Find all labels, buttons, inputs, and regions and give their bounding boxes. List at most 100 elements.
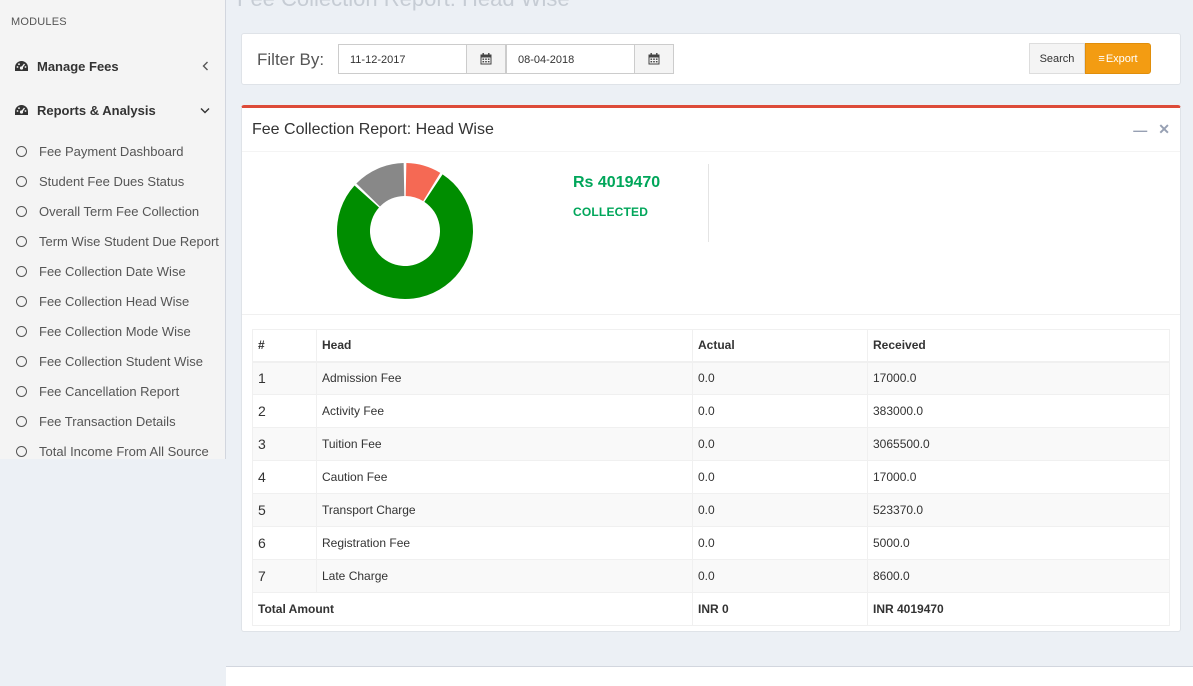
- row-actual: 0.0: [692, 493, 868, 527]
- column-header: #: [252, 329, 317, 363]
- circle-icon: [16, 385, 27, 397]
- table-row: 7 Late Charge 0.0 8600.0: [252, 559, 1170, 593]
- table-row: 6 Registration Fee 0.0 5000.0: [252, 526, 1170, 560]
- to-date-input[interactable]: 08-04-2018: [506, 44, 635, 74]
- column-header: Head: [316, 329, 693, 363]
- circle-icon: [16, 175, 27, 187]
- total-actual: INR 0: [692, 592, 868, 626]
- row-head: Registration Fee: [316, 526, 693, 560]
- search-button[interactable]: Search: [1029, 43, 1085, 74]
- times-icon[interactable]: ✕: [1158, 121, 1170, 138]
- total-received: INR 4019470: [867, 592, 1170, 626]
- circle-icon: [16, 265, 27, 277]
- filter-label: Filter By:: [257, 50, 325, 69]
- row-received: 383000.0: [867, 394, 1170, 428]
- row-head: Late Charge: [316, 559, 693, 593]
- sidebar-item-fee-collection-date-wise[interactable]: Fee Collection Date Wise: [0, 256, 225, 286]
- circle-icon: [16, 205, 27, 217]
- sidebar-item-label: Student Fee Dues Status: [39, 173, 185, 189]
- row-index: 2: [252, 394, 317, 428]
- row-received: 3065500.0: [867, 427, 1170, 461]
- sidebar-item-label: Fee Transaction Details: [39, 413, 176, 429]
- sidebar-item-label: Fee Collection Head Wise: [39, 293, 190, 309]
- sidebar-menu-manage-fees[interactable]: Manage Fees: [0, 44, 225, 88]
- calendar-icon[interactable]: [467, 44, 506, 74]
- sidebar-menu-reports-analysis[interactable]: Reports & Analysis: [0, 88, 225, 132]
- circle-icon: [16, 325, 27, 337]
- list-icon: ≡: [1098, 52, 1105, 65]
- row-received: 8600.0: [867, 559, 1170, 593]
- sidebar-item-label: Fee Collection Mode Wise: [39, 323, 191, 339]
- divider: [708, 164, 709, 242]
- sidebar-item-label: Total Income From All Source: [39, 443, 209, 459]
- table-row: 4 Caution Fee 0.0 17000.0: [252, 460, 1170, 494]
- sidebar-item-fee-collection-head-wise[interactable]: Fee Collection Head Wise: [0, 286, 225, 316]
- row-received: 523370.0: [867, 493, 1170, 527]
- sidebar-item-fee-transaction-details[interactable]: Fee Transaction Details: [0, 406, 225, 436]
- table-row: 5 Transport Charge 0.0 523370.0: [252, 493, 1170, 527]
- box-title: Fee Collection Report: Head Wise: [252, 120, 494, 138]
- sidebar-item-fee-collection-mode-wise[interactable]: Fee Collection Mode Wise: [0, 316, 225, 346]
- column-header: Received: [867, 329, 1170, 363]
- row-head: Admission Fee: [316, 361, 693, 395]
- circle-icon: [16, 355, 27, 367]
- fee-table: # Head Actual Received 1 Admission Fee 0.0…: [252, 329, 1170, 626]
- row-received: 17000.0: [867, 460, 1170, 494]
- chevron-down-icon: [199, 107, 211, 114]
- row-head: Caution Fee: [316, 460, 693, 494]
- sidebar-item-fee-payment-dashboard[interactable]: Fee Payment Dashboard: [0, 136, 225, 166]
- table-row: 2 Activity Fee 0.0 383000.0: [252, 394, 1170, 428]
- box-header: Fee Collection Report: Head Wise — ✕: [242, 108, 1180, 152]
- table-row: 3 Tuition Fee 0.0 3065500.0: [252, 427, 1170, 461]
- chart-area: Rs 4019470 COLLECTED: [242, 152, 1180, 315]
- sidebar-item-label: Fee Collection Date Wise: [39, 263, 186, 279]
- row-index: 1: [252, 361, 317, 395]
- column-header: Actual: [692, 329, 868, 363]
- row-index: 4: [252, 460, 317, 494]
- sidebar-item-student-fee-dues-status[interactable]: Student Fee Dues Status: [0, 166, 225, 196]
- collected-label: COLLECTED: [573, 205, 649, 219]
- dashboard-icon: [14, 104, 30, 116]
- collected-amount: Rs 4019470: [573, 174, 661, 191]
- sidebar-item-label: Fee Collection Student Wise: [39, 353, 204, 369]
- sidebar-item-term-wise-student-due-report[interactable]: Term Wise Student Due Report: [0, 226, 225, 256]
- table-total-row: Total Amount INR 0 INR 4019470: [252, 592, 1170, 626]
- row-actual: 0.0: [692, 427, 868, 461]
- total-label: Total Amount: [252, 592, 693, 626]
- from-date-input[interactable]: 11-12-2017: [338, 44, 467, 74]
- sidebar-menu-label: Reports & Analysis: [37, 102, 156, 118]
- sidebar-item-label: Overall Term Fee Collection: [39, 203, 200, 219]
- minus-icon[interactable]: —: [1133, 122, 1147, 138]
- row-actual: 0.0: [692, 394, 868, 428]
- table-row: 1 Admission Fee 0.0 17000.0: [252, 361, 1170, 395]
- export-button-label: Export: [1105, 52, 1138, 65]
- chevron-left-icon: [199, 61, 211, 71]
- sidebar-item-fee-cancellation-report[interactable]: Fee Cancellation Report: [0, 376, 225, 406]
- donut-chart: [337, 163, 473, 299]
- row-actual: 0.0: [692, 361, 868, 395]
- row-actual: 0.0: [692, 559, 868, 593]
- circle-icon: [16, 235, 27, 247]
- row-index: 7: [252, 559, 317, 593]
- calendar-icon[interactable]: [635, 44, 674, 74]
- table-header-row: # Head Actual Received: [252, 329, 1170, 363]
- export-button[interactable]: ≡ Export: [1085, 43, 1151, 74]
- sidebar-item-label: Fee Cancellation Report: [39, 383, 180, 399]
- sidebar-menu-label: Manage Fees: [37, 58, 119, 74]
- sidebar-item-overall-term-fee-collection[interactable]: Overall Term Fee Collection: [0, 196, 225, 226]
- row-actual: 0.0: [692, 460, 868, 494]
- row-received: 17000.0: [867, 361, 1170, 395]
- sidebar-item-label: Term Wise Student Due Report: [39, 233, 219, 249]
- page-title: Fee Collection Report: Head Wise: [237, 0, 570, 12]
- circle-icon: [16, 415, 27, 427]
- row-received: 5000.0: [867, 526, 1170, 560]
- sidebar-item-label: Fee Payment Dashboard: [39, 143, 184, 159]
- report-box: Fee Collection Report: Head Wise — ✕ Rs …: [241, 105, 1181, 632]
- circle-icon: [16, 295, 27, 307]
- sidebar-item-fee-collection-student-wise[interactable]: Fee Collection Student Wise: [0, 346, 225, 376]
- donut-slice-1: [337, 174, 473, 299]
- row-index: 5: [252, 493, 317, 527]
- filter-box: Filter By: 11-12-2017 08-04-2018 Search …: [241, 33, 1181, 85]
- sidebar-empty-area: [0, 459, 226, 686]
- circle-icon: [16, 145, 27, 157]
